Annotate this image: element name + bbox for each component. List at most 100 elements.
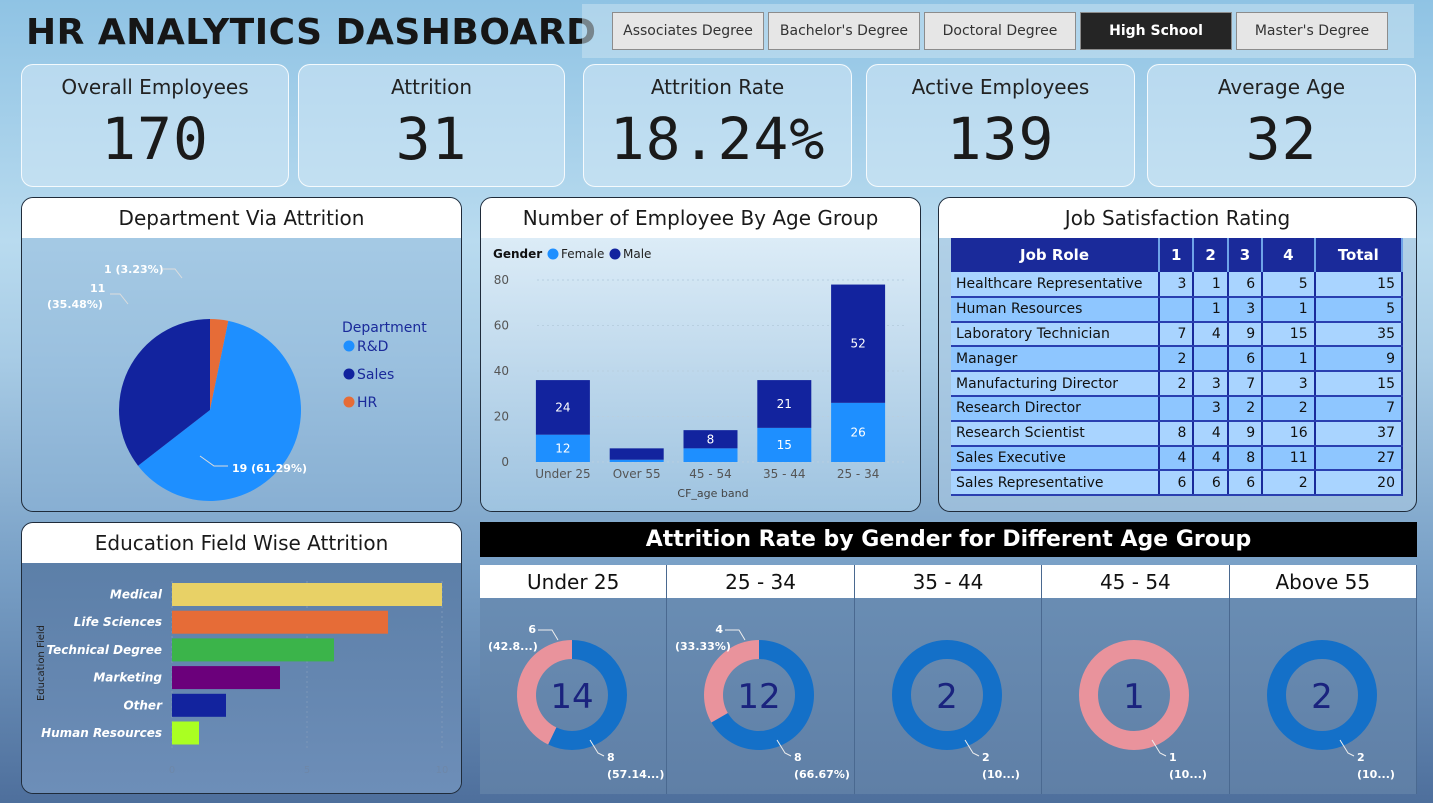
rating-cell: 2 [1262, 470, 1316, 497]
kpi-value: 18.24% [609, 105, 826, 173]
rating-cell: 4 [1193, 420, 1229, 447]
rating-cell [1193, 346, 1229, 373]
rating-cell: 4 [1193, 445, 1229, 472]
rating-cell: 1 [1262, 346, 1316, 373]
gender-donut-column: 35 - 44 2 2 (10...) [854, 565, 1043, 794]
slicer-doctoral-degree[interactable]: Doctoral Degree [924, 12, 1076, 50]
pie-label-sales-count: 11 [90, 282, 105, 295]
department-pie-chart: 1 (3.23%) 11 (35.48%) 19 (61.29%) Department… [47, 263, 427, 501]
kpi-value: 31 [395, 105, 468, 173]
rating-cell: 15 [1314, 272, 1404, 298]
donut-center-value: 2 [1311, 677, 1333, 717]
bar [172, 721, 199, 745]
table-header-cell: 1 [1159, 238, 1195, 272]
bar-label-female: 12 [555, 441, 570, 455]
slicer-bachelors-degree[interactable]: Bachelor's Degree [768, 12, 920, 50]
pie-label-hr: 1 (3.23%) [104, 263, 164, 276]
job-satisfaction-table: Job Role 1 2 3 4 Total Healthcare Representat… [951, 238, 1404, 497]
job-satisfaction-panel: Job Satisfaction Rating Job Role 1 2 3 4 Tota… [938, 197, 1417, 512]
table-row: Sales Representative 6 6 6 2 20 [951, 470, 1404, 497]
donut-label-count: 2 [982, 751, 990, 764]
x-tick-label: 5 [304, 765, 310, 776]
slicer-masters-degree[interactable]: Master's Degree [1236, 12, 1388, 50]
y-tick-label: 80 [494, 273, 509, 287]
legend-item: HR [357, 395, 378, 411]
rating-cell: 2 [1159, 346, 1195, 373]
gender-donut-column: Above 55 2 2 (10...) [1229, 565, 1417, 794]
x-tick-label: 0 [169, 765, 175, 776]
donut-label-pct: (33.33%) [675, 640, 731, 653]
bar [172, 638, 334, 662]
rating-cell: 9 [1227, 420, 1264, 447]
donut-label-pct: (42.8...) [488, 640, 538, 653]
pie-leader-hr [162, 268, 183, 279]
kpi-label: Active Employees [911, 75, 1090, 99]
table-row: Manufacturing Director 2 3 7 3 15 [951, 371, 1404, 397]
x-tick-label: 45 - 54 [689, 467, 732, 481]
bar [172, 693, 226, 717]
kpi-attrition-rate: Attrition Rate 18.24% [583, 64, 852, 187]
age-group-header: Under 25 [480, 565, 667, 598]
rating-cell: 3 [1262, 371, 1316, 397]
rating-cell: 1 [1193, 272, 1229, 298]
donut-chart: 2 2 (10...) [1266, 640, 1395, 781]
category-label: Medical [110, 588, 163, 602]
kpi-value: 32 [1245, 105, 1318, 173]
kpi-value: 170 [101, 105, 209, 173]
job-role-cell: Human Resources [951, 296, 1160, 323]
donut-center-value: 1 [1123, 677, 1145, 717]
gender-donut-column: 25 - 34 12 4 (33.33%) 8 (66.67%) [667, 565, 855, 794]
donut-label-pct: (10...) [982, 768, 1020, 781]
x-tick-label: Over 55 [613, 467, 661, 481]
page-title: HR ANALYTICS DASHBOARD [26, 12, 597, 53]
bar [172, 583, 442, 606]
y-tick-label: 0 [501, 455, 509, 469]
education-field-bar-chart: Education Field 0 5 10 Medical Life Sciences T… [36, 581, 449, 776]
table-header-cell: Total [1314, 238, 1404, 272]
kpi-attrition: Attrition 31 [298, 64, 565, 187]
rating-cell: 6 [1227, 346, 1264, 373]
panel-title: Job Satisfaction Rating [939, 198, 1416, 238]
bar-label-male: 8 [707, 432, 715, 446]
x-axis-label: CF_age band [677, 487, 748, 500]
legend-item: R&D [357, 339, 388, 355]
table-row: Laboratory Technician 7 4 9 15 35 [951, 321, 1404, 348]
donut-center-value: 14 [550, 677, 593, 717]
donut-label-pct: (57.14...) [607, 768, 664, 781]
slicer-high-school[interactable]: High School [1080, 12, 1232, 50]
bar [172, 610, 388, 634]
kpi-active-employees: Active Employees 139 [866, 64, 1135, 187]
rating-cell: 3 [1227, 296, 1264, 323]
rating-cell: 9 [1314, 346, 1404, 373]
donut-label-count: 1 [1169, 751, 1177, 764]
bar-label-male: 52 [850, 337, 865, 351]
bar [172, 666, 280, 690]
legend-marker [343, 368, 355, 380]
bar-label-male: 24 [555, 400, 570, 414]
bar-label-female: 26 [850, 425, 865, 439]
education-field-panel: Education Field Wise Attrition Education… [21, 522, 462, 794]
table-header-cell: 3 [1227, 238, 1264, 272]
job-role-cell: Healthcare Representative [951, 272, 1160, 298]
table-header-cell: 4 [1262, 238, 1316, 272]
legend-marker [547, 248, 559, 260]
pie-leader-sales [110, 293, 129, 305]
age-group-header: Above 55 [1229, 565, 1416, 598]
x-tick-label: 10 [436, 765, 449, 776]
age-group-panel: Number of Employee By Age Group Gender Fe… [480, 197, 921, 512]
rating-cell: 6 [1193, 470, 1229, 497]
donut-chart: 12 4 (33.33%) 8 (66.67%) [675, 623, 850, 781]
rating-cell: 4 [1159, 445, 1195, 472]
bar-male [609, 448, 664, 460]
donut-label-count: 8 [607, 751, 615, 764]
donut-label-pct: (66.67%) [794, 768, 850, 781]
y-tick-label: 60 [494, 319, 509, 333]
age-group-header: 45 - 54 [1042, 565, 1229, 598]
legend-title: Department [342, 320, 427, 336]
rating-cell [1159, 395, 1195, 422]
donut-label-count: 2 [1357, 751, 1365, 764]
kpi-label: Overall Employees [61, 75, 249, 99]
legend-item: Sales [357, 367, 394, 383]
donut-label-count: 6 [528, 623, 536, 636]
slicer-associates-degree[interactable]: Associates Degree [612, 12, 764, 50]
